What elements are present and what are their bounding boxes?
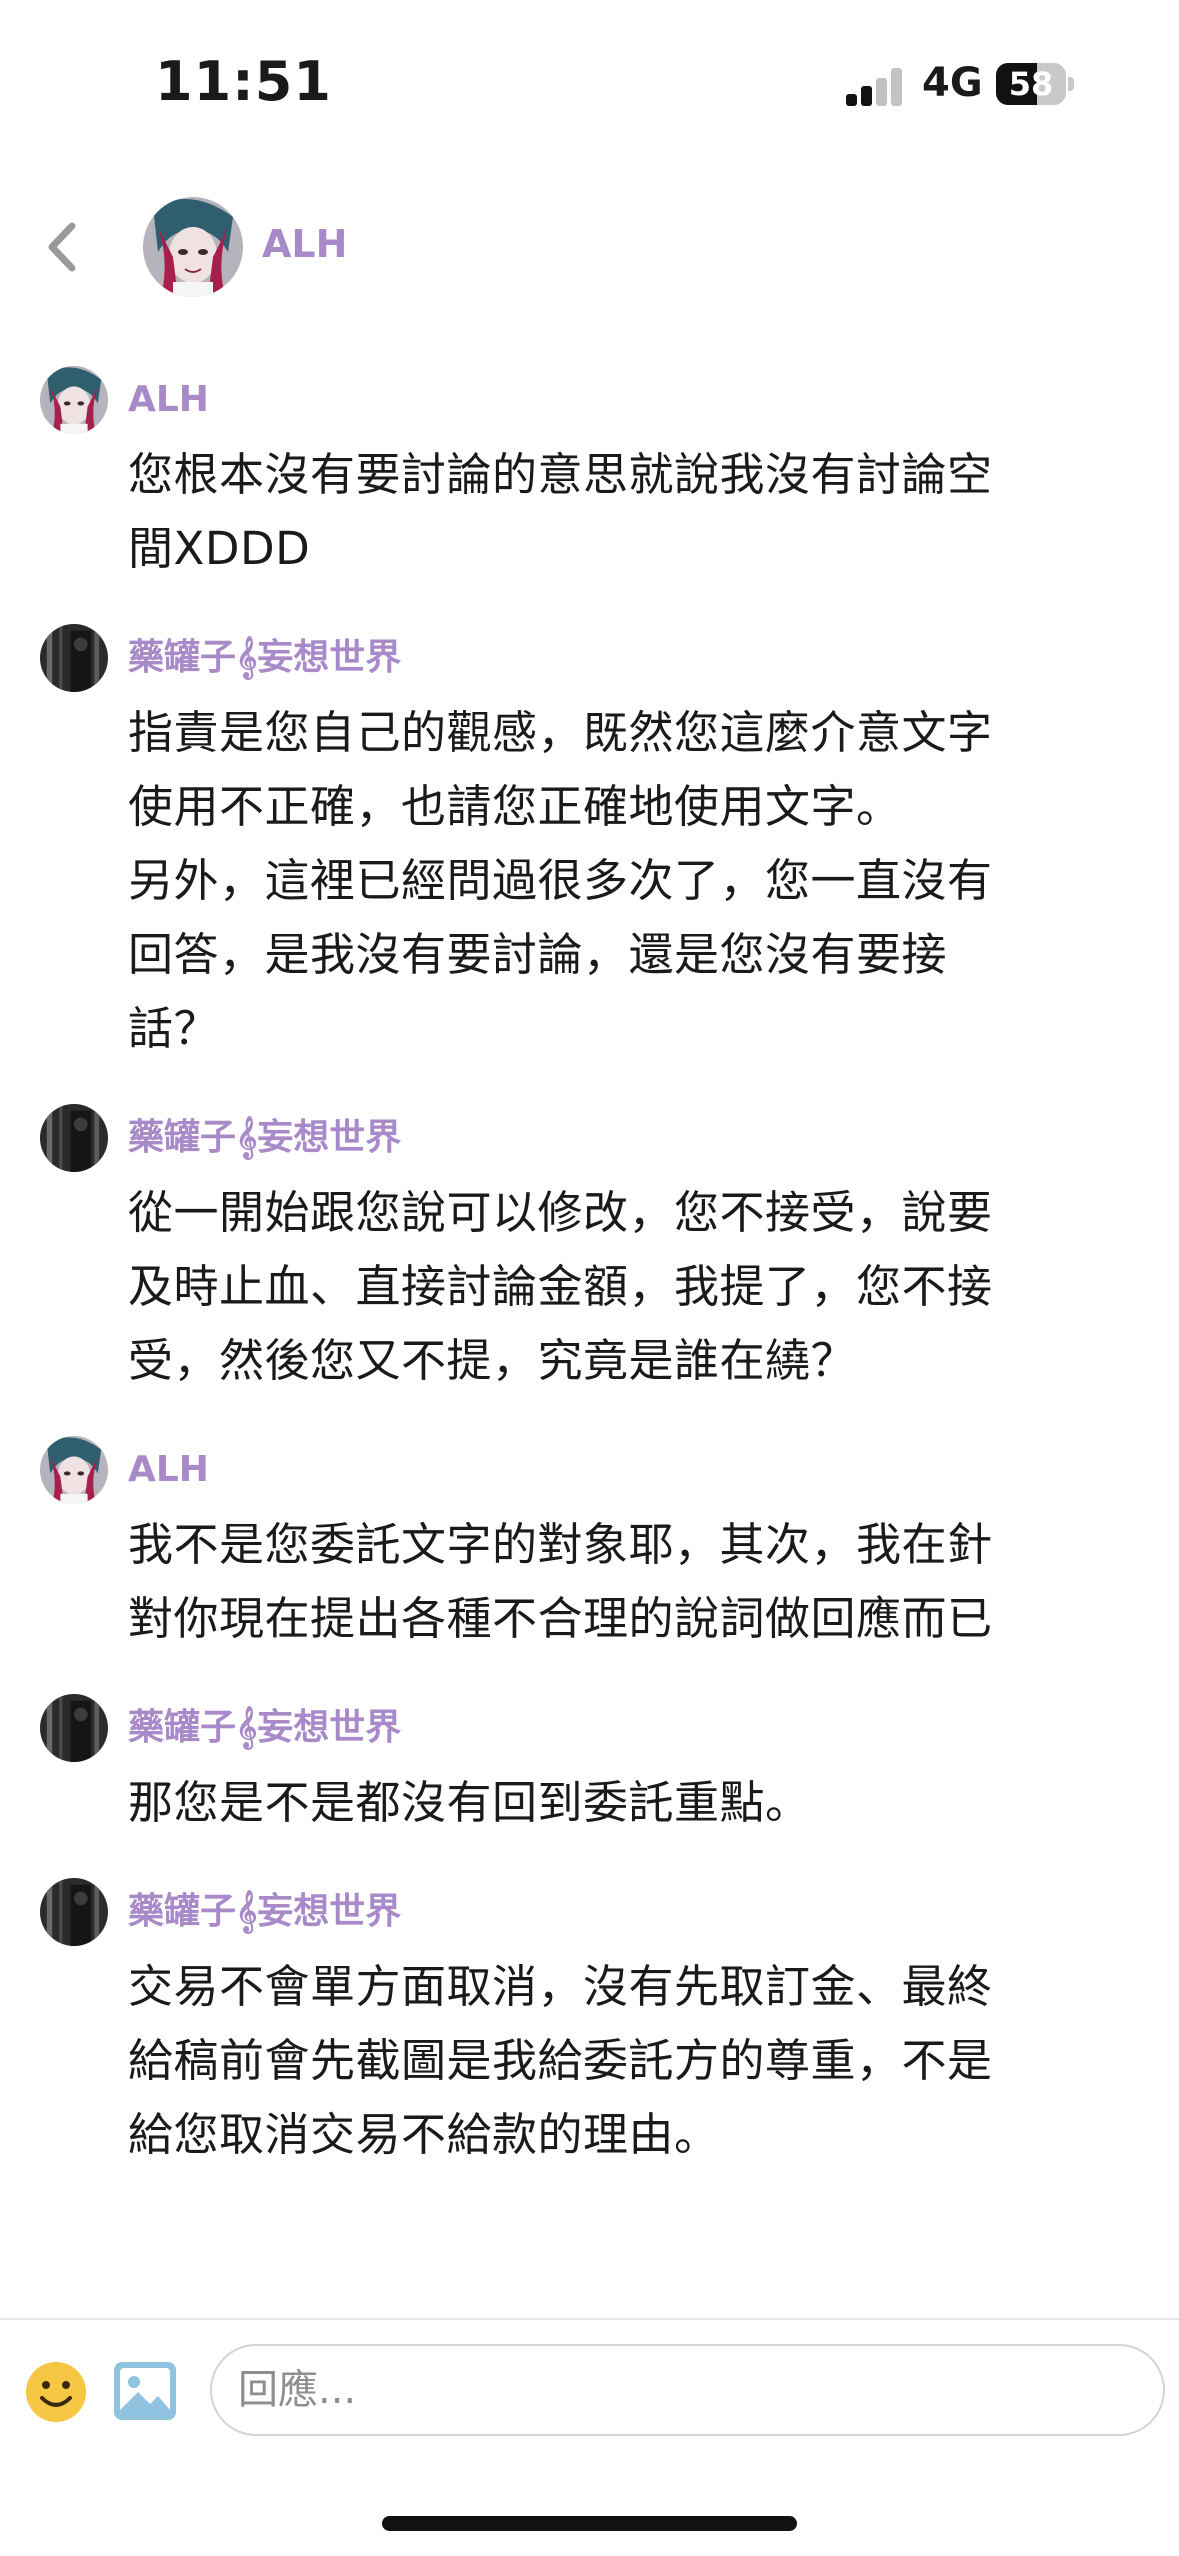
alh-avatar-icon xyxy=(40,1436,108,1504)
message-text: 從一開始跟您說可以修改，您不接受，說要 及時止血、直接討論金額，我提了，您不接 … xyxy=(128,1186,993,1387)
dark-avatar-icon xyxy=(40,1104,108,1172)
message-sender[interactable]: 藥罐子𝄞妄想世界 xyxy=(128,1694,1139,1762)
network-type: 4G xyxy=(922,60,983,106)
message-item: ALH 您根本沒有要討論的意思就說我沒有討論空 間XDDD xyxy=(0,366,1179,586)
battery-icon: 58 xyxy=(996,63,1074,105)
dark-avatar-icon xyxy=(40,1694,108,1762)
dark-avatar-icon xyxy=(40,1878,108,1946)
chat-header: ALH xyxy=(0,170,1179,330)
message-sender[interactable]: 藥罐子𝄞妄想世界 xyxy=(128,1104,1139,1172)
image-upload-button[interactable] xyxy=(112,2360,178,2422)
reply-input[interactable] xyxy=(210,2344,1165,2436)
message-sender[interactable]: ALH xyxy=(128,1436,1139,1504)
message-item: 藥罐子𝄞妄想世界 指責是您自己的觀感，既然您這麼介意文字 使用不正確，也請您正確… xyxy=(0,624,1179,1066)
message-item: ALH 我不是您委託文字的對象耶，其次，我在針 對你現在提出各種不合理的說詞做回… xyxy=(0,1436,1179,1656)
avatar[interactable] xyxy=(40,1104,108,1172)
avatar[interactable] xyxy=(40,1878,108,1946)
message-list[interactable]: ALH 您根本沒有要討論的意思就說我沒有討論空 間XDDD 藥罐子𝄞妄想世界 指… xyxy=(0,330,1179,2315)
avatar[interactable] xyxy=(40,1694,108,1762)
message-sender[interactable]: 藥罐子𝄞妄想世界 xyxy=(128,1878,1139,1946)
battery-level: 58 xyxy=(1008,65,1054,103)
avatar[interactable] xyxy=(40,366,108,434)
avatar[interactable] xyxy=(143,197,243,297)
back-button[interactable] xyxy=(38,212,88,282)
chevron-left-icon xyxy=(48,222,76,272)
message-text: 那您是不是都沒有回到委託重點。 xyxy=(128,1776,811,1829)
message-text: 指責是您自己的觀感，既然您這麼介意文字 使用不正確，也請您正確地使用文字。 另外… xyxy=(128,706,993,1055)
avatar[interactable] xyxy=(40,1436,108,1504)
alh-avatar-icon xyxy=(40,366,108,434)
avatar[interactable] xyxy=(40,624,108,692)
message-sender[interactable]: 藥罐子𝄞妄想世界 xyxy=(128,624,1139,692)
alh-avatar-icon xyxy=(143,197,243,297)
message-text: 交易不會單方面取消，沒有先取訂金、最終 給稿前會先截圖是我給委託方的尊重，不是 … xyxy=(128,1960,993,2161)
emoji-icon xyxy=(26,2362,86,2422)
message-text: 我不是您委託文字的對象耶，其次，我在針 對你現在提出各種不合理的說詞做回應而已 xyxy=(128,1518,993,1645)
home-indicator[interactable] xyxy=(382,2516,797,2531)
dark-avatar-icon xyxy=(40,624,108,692)
message-item: 藥罐子𝄞妄想世界 從一開始跟您說可以修改，您不接受，說要 及時止血、直接討論金額… xyxy=(0,1104,1179,1398)
status-bar: 11:51 4G 58 xyxy=(0,0,1179,170)
chat-title[interactable]: ALH xyxy=(262,222,347,266)
reply-composer xyxy=(0,2318,1179,2470)
image-icon xyxy=(114,2362,176,2420)
message-sender[interactable]: ALH xyxy=(128,366,1139,434)
message-text: 您根本沒有要討論的意思就說我沒有討論空 間XDDD xyxy=(128,448,993,575)
message-item: 藥罐子𝄞妄想世界 交易不會單方面取消，沒有先取訂金、最終 給稿前會先截圖是我給委… xyxy=(0,1878,1179,2172)
emoji-button[interactable] xyxy=(24,2360,88,2424)
signal-strength-icon xyxy=(846,68,904,106)
status-time: 11:51 xyxy=(155,50,332,113)
message-item: 藥罐子𝄞妄想世界 那您是不是都沒有回到委託重點。 xyxy=(0,1694,1179,1840)
